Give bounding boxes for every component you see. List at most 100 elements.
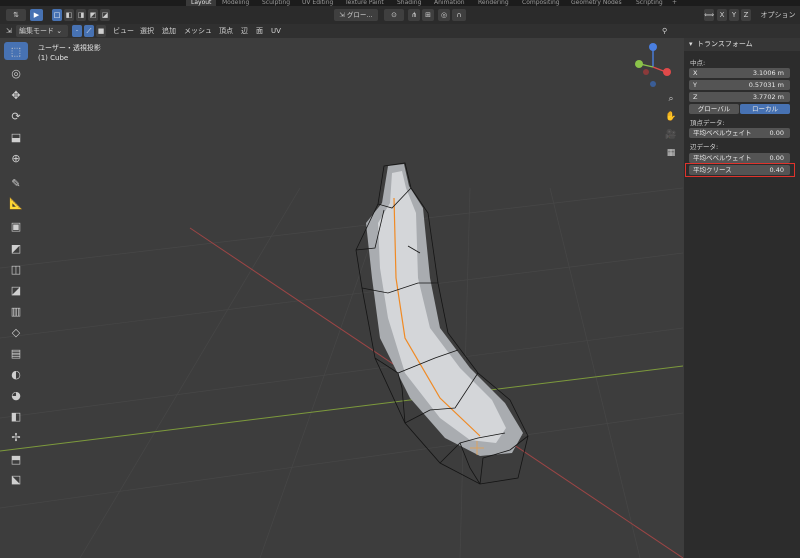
- global-label: グローバル: [697, 105, 731, 113]
- move-icon[interactable]: ✥: [4, 86, 28, 104]
- inset-icon[interactable]: ◫: [4, 260, 28, 278]
- select-mode-invert-icon[interactable]: ◩: [88, 9, 98, 21]
- bevel-icon[interactable]: ◪: [4, 281, 28, 299]
- crease-highlight-box: [685, 163, 795, 177]
- add-cube-icon[interactable]: ▣: [4, 217, 28, 235]
- mirror-icon[interactable]: ⟺: [704, 9, 714, 21]
- edge-bevel-label: 平均ベベルウェイト: [693, 154, 752, 162]
- editor-type-icon[interactable]: ⇅: [6, 9, 26, 21]
- vertex-bevel-label: 平均ベベルウェイト: [693, 129, 752, 137]
- vertex-data-label: 頂点データ:: [690, 119, 725, 127]
- x-value: 3.1006 m: [752, 69, 784, 77]
- mirror-x-button[interactable]: X: [717, 9, 727, 21]
- local-toggle[interactable]: ローカル: [740, 104, 790, 114]
- grid-lines: [0, 187, 683, 558]
- face-select-icon[interactable]: ■: [96, 25, 106, 37]
- select-mode-new-icon[interactable]: □: [52, 9, 62, 21]
- extrude-icon[interactable]: ◩: [4, 239, 28, 257]
- sidebar-panel: ▾ トランスフォーム 中点: X 3.1006 m Y 0.57031 m Z …: [684, 38, 800, 558]
- knife-icon[interactable]: ◇: [4, 323, 28, 341]
- navigation-gizmo[interactable]: [630, 40, 680, 100]
- view-header: ⇲ 編集モード ⌄ · ⟋ ■ ビュー 選択 追加 メッシュ 頂点 辺 面 UV…: [0, 24, 800, 38]
- mode-label: 編集モード: [19, 27, 54, 35]
- viewport-gizmo-icon[interactable]: ⚲: [662, 25, 667, 37]
- view-name: ユーザー・透視投影: [38, 44, 101, 52]
- menu-add[interactable]: 追加: [162, 25, 176, 37]
- snap-icon[interactable]: ⋔: [408, 9, 420, 21]
- smooth-icon[interactable]: ◕: [4, 386, 28, 404]
- camera-icon[interactable]: 🎥: [665, 129, 677, 141]
- mirror-z-button[interactable]: Z: [741, 9, 751, 21]
- viewport-scene: [0, 162, 683, 558]
- gizmo-neg-x-icon: [643, 69, 649, 75]
- median-y-field[interactable]: Y 0.57031 m: [689, 80, 790, 90]
- loop-cut-icon[interactable]: ▥: [4, 302, 28, 320]
- median-x-field[interactable]: X 3.1006 m: [689, 68, 790, 78]
- orientation-label: グロー...: [346, 11, 373, 19]
- select-box-icon[interactable]: ⬚: [4, 42, 28, 60]
- select-mode-subtract-icon[interactable]: ◨: [76, 9, 86, 21]
- edge-slide-icon[interactable]: ◧: [4, 407, 28, 425]
- gizmo-neg-z-icon: [650, 81, 656, 87]
- collapse-icon: ▾: [689, 40, 693, 48]
- shrink-fatten-icon[interactable]: ✢: [4, 428, 28, 446]
- poly-build-icon[interactable]: ▤: [4, 344, 28, 362]
- options-dropdown[interactable]: オプション: [758, 9, 798, 21]
- menu-select[interactable]: 選択: [140, 25, 154, 37]
- transform-orientation-dropdown[interactable]: ⇲ グロー...: [334, 9, 378, 21]
- menu-vertex[interactable]: 頂点: [219, 25, 233, 37]
- pivot-point-icon[interactable]: ⊙: [384, 9, 404, 21]
- mirror-y-button[interactable]: Y: [729, 9, 739, 21]
- gizmo-z-icon: [649, 43, 657, 51]
- edge-bevel-value: 0.00: [769, 154, 784, 162]
- cursor-icon[interactable]: ◎: [4, 64, 28, 82]
- y-label: Y: [693, 81, 697, 89]
- transform-header[interactable]: ▾ トランスフォーム: [684, 38, 800, 51]
- vertex-bevel-value: 0.00: [769, 129, 784, 137]
- banana-mesh: [355, 162, 529, 485]
- spin-icon[interactable]: ◐: [4, 365, 28, 383]
- vertex-bevel-weight-field[interactable]: 平均ベベルウェイト 0.00: [689, 128, 790, 138]
- menu-mesh[interactable]: メッシュ: [184, 25, 212, 37]
- gizmo-y-icon: [635, 60, 643, 68]
- shear-icon[interactable]: ⬒: [4, 450, 28, 468]
- select-mode-extend-icon[interactable]: ◧: [64, 9, 74, 21]
- gizmo-x-icon: [663, 68, 671, 76]
- median-z-field[interactable]: Z 3.7702 m: [689, 92, 790, 102]
- y-value: 0.57031 m: [748, 81, 784, 89]
- pan-hand-icon[interactable]: ✋: [665, 111, 677, 123]
- mode-dropdown[interactable]: 編集モード ⌄: [16, 25, 68, 37]
- zoom-icon[interactable]: ⌕: [665, 93, 677, 105]
- menu-view[interactable]: ビュー: [113, 25, 134, 37]
- object-name: (1) Cube: [38, 54, 69, 62]
- x-axis-line: [0, 365, 683, 452]
- median-label: 中点:: [690, 59, 706, 67]
- falloff-icon[interactable]: ∩: [452, 9, 466, 21]
- snap-target-icon[interactable]: ⊞: [422, 9, 434, 21]
- global-toggle[interactable]: グローバル: [689, 104, 739, 114]
- edge-select-icon[interactable]: ⟋: [84, 25, 94, 37]
- vertex-select-icon[interactable]: ·: [72, 25, 82, 37]
- select-mode-intersect-icon[interactable]: ◪: [100, 9, 110, 21]
- proportional-edit-icon[interactable]: ◎: [438, 9, 450, 21]
- x-label: X: [693, 69, 698, 77]
- measure-icon[interactable]: 📐: [4, 194, 28, 212]
- panel-title: トランスフォーム: [697, 40, 753, 48]
- 3d-viewport[interactable]: [0, 38, 683, 558]
- scale-icon[interactable]: ⬓: [4, 128, 28, 146]
- rip-region-icon[interactable]: ⬕: [4, 470, 28, 488]
- menu-uv[interactable]: UV: [271, 25, 281, 37]
- tool-header: ⇅ ▶ □ ◧ ◨ ◩ ◪ ⇲ グロー... ⊙ ⋔ ⊞ ◎ ∩ ⟺ X Y Z…: [0, 6, 800, 24]
- edge-bevel-weight-field[interactable]: 平均ベベルウェイト 0.00: [689, 153, 790, 163]
- viewport-info: ユーザー・透視投影 (1) Cube: [38, 43, 101, 63]
- z-label: Z: [693, 93, 698, 101]
- menu-edge[interactable]: 辺: [241, 25, 248, 37]
- menu-face[interactable]: 面: [256, 25, 263, 37]
- edge-data-label: 辺データ:: [690, 143, 719, 151]
- select-tool-icon[interactable]: ▶: [30, 9, 43, 21]
- annotate-icon[interactable]: ✎: [4, 174, 28, 192]
- transform-icon[interactable]: ⊕: [4, 149, 28, 167]
- rotate-icon[interactable]: ⟳: [4, 107, 28, 125]
- mode-icon[interactable]: ⇲: [6, 25, 12, 37]
- perspective-grid-icon[interactable]: ▦: [665, 147, 677, 159]
